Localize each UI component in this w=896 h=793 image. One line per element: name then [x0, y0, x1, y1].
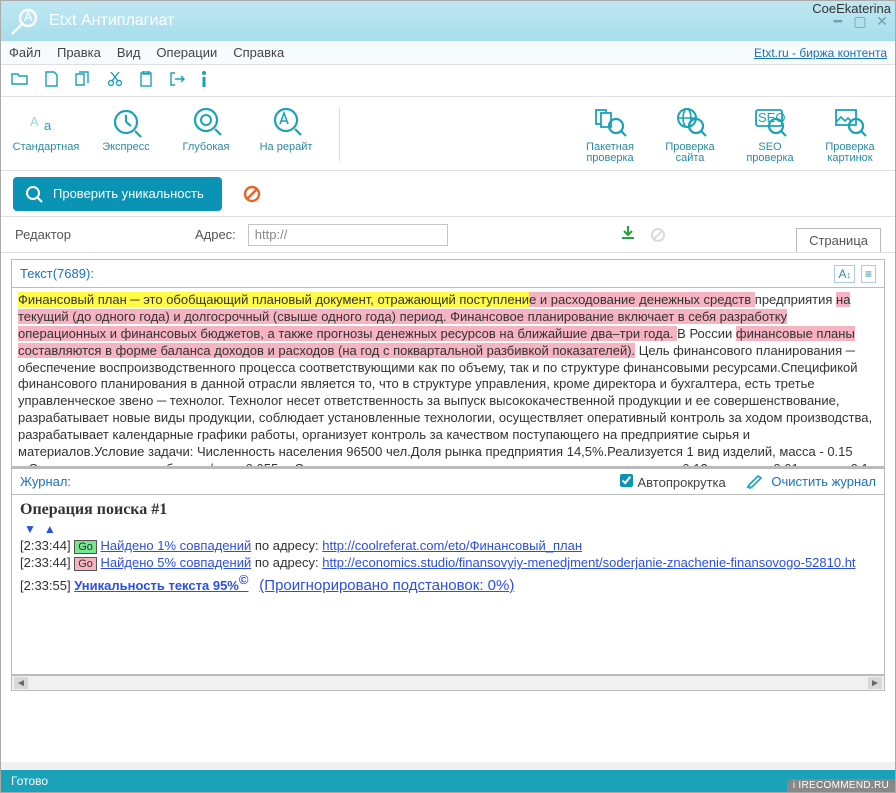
ignored-result[interactable]: (Проигнорировано подстановок: 0%) — [259, 577, 514, 594]
uniqueness-result[interactable]: Уникальность текста 95%© — [74, 577, 248, 594]
log-url-link[interactable]: http://coolreferat.com/eto/Финансовый_пл… — [322, 538, 582, 553]
menu-bar: Файл Правка Вид Операции Справка Etxt.ru… — [1, 41, 895, 65]
user-label: CoeEkaterina — [812, 1, 891, 16]
svg-text:A: A — [24, 9, 33, 24]
log-match-link[interactable]: Найдено 1% совпадений — [101, 538, 252, 553]
mode-rewrite[interactable]: На рерайт — [251, 104, 321, 164]
log-body: Операция поиска #1 ▼▲ [2:33:44] Go Найде… — [11, 495, 885, 675]
svg-text:a: a — [44, 118, 52, 133]
text-wrap-icon[interactable]: ≡ — [861, 265, 876, 283]
download-icon[interactable] — [620, 225, 636, 244]
check-uniqueness-button[interactable]: Проверить уникальность — [13, 177, 222, 211]
text-header: Текст(7689): A↕ ≡ — [11, 259, 885, 287]
exit-icon[interactable] — [169, 71, 185, 90]
text-format-icon[interactable]: A↕ — [834, 265, 855, 283]
tab-page[interactable]: Страница — [796, 228, 881, 252]
log-row: [2:33:44] Go Найдено 5% совпадений по ад… — [20, 555, 876, 570]
stop2-icon[interactable] — [648, 225, 668, 245]
stop-icon[interactable] — [242, 184, 262, 204]
address-label: Адрес: — [195, 227, 236, 242]
log-header: Журнал: Автопрокрутка Очистить журнал — [11, 467, 885, 495]
editor-label: Редактор — [15, 227, 71, 242]
small-toolbar — [1, 65, 895, 97]
menu-edit[interactable]: Правка — [57, 45, 101, 60]
log-match-link[interactable]: Найдено 5% совпадений — [101, 555, 252, 570]
mode-deep[interactable]: Глубокая — [171, 104, 241, 164]
menu-view[interactable]: Вид — [117, 45, 141, 60]
autoscroll-checkbox[interactable]: Автопрокрутка — [620, 474, 725, 490]
status-bar: Готово — [1, 770, 895, 792]
mode-standard[interactable]: Aa Стандартная — [11, 104, 81, 164]
log-op-title: Операция поиска #1 — [20, 501, 876, 519]
mode-batch[interactable]: Пакетная проверка — [575, 104, 645, 164]
address-input[interactable] — [248, 224, 448, 246]
copy-file-icon[interactable] — [75, 71, 91, 90]
log-result-row: [2:33:55] Уникальность текста 95%© (Прои… — [20, 572, 876, 594]
log-label: Журнал: — [20, 474, 71, 489]
log-row: [2:33:44] Go Найдено 1% совпадений по ад… — [20, 538, 876, 553]
watermark: i IRECOMMEND.RU — [787, 779, 895, 792]
title-bar: A Etxt Антиплагиат ━ ▢ ✕ — [1, 1, 895, 41]
mode-site[interactable]: Проверка сайта — [655, 104, 725, 164]
open-folder-icon[interactable] — [11, 71, 29, 90]
app-logo: A — [5, 3, 41, 39]
mode-express[interactable]: Экспресс — [91, 104, 161, 164]
go-badge[interactable]: Go — [74, 540, 97, 554]
large-toolbar: Aa Стандартная Экспресс Глубокая На рера… — [1, 97, 895, 171]
text-body[interactable]: Финансовый план ─ это обобщающий плановы… — [11, 287, 885, 467]
clear-log-button[interactable]: Очистить журнал — [746, 474, 876, 490]
mode-images[interactable]: Проверка картинок — [815, 104, 885, 164]
text-count-label: Текст(7689): — [20, 266, 94, 281]
progress-bar — [1, 762, 895, 770]
editor-row: Редактор Адрес: Страница — [1, 217, 895, 253]
new-file-icon[interactable] — [45, 71, 59, 90]
menu-file[interactable]: Файл — [9, 45, 41, 60]
cut-icon[interactable] — [107, 71, 123, 90]
menu-help[interactable]: Справка — [233, 45, 284, 60]
check-bar: Проверить уникальность — [1, 171, 895, 217]
paste-icon[interactable] — [139, 71, 153, 90]
svg-text:A: A — [30, 114, 39, 129]
mode-seo[interactable]: SEO SEO проверка — [735, 104, 805, 164]
app-title: Etxt Антиплагиат — [49, 12, 821, 30]
info-icon[interactable] — [201, 71, 207, 90]
menu-ops[interactable]: Операции — [156, 45, 217, 60]
h-scrollbar[interactable]: ◄► — [11, 675, 885, 691]
site-link[interactable]: Etxt.ru - биржа контента — [754, 46, 887, 60]
go-badge[interactable]: Go — [74, 557, 97, 571]
log-url-link[interactable]: http://economics.studio/finansovyiy-mene… — [322, 555, 855, 570]
